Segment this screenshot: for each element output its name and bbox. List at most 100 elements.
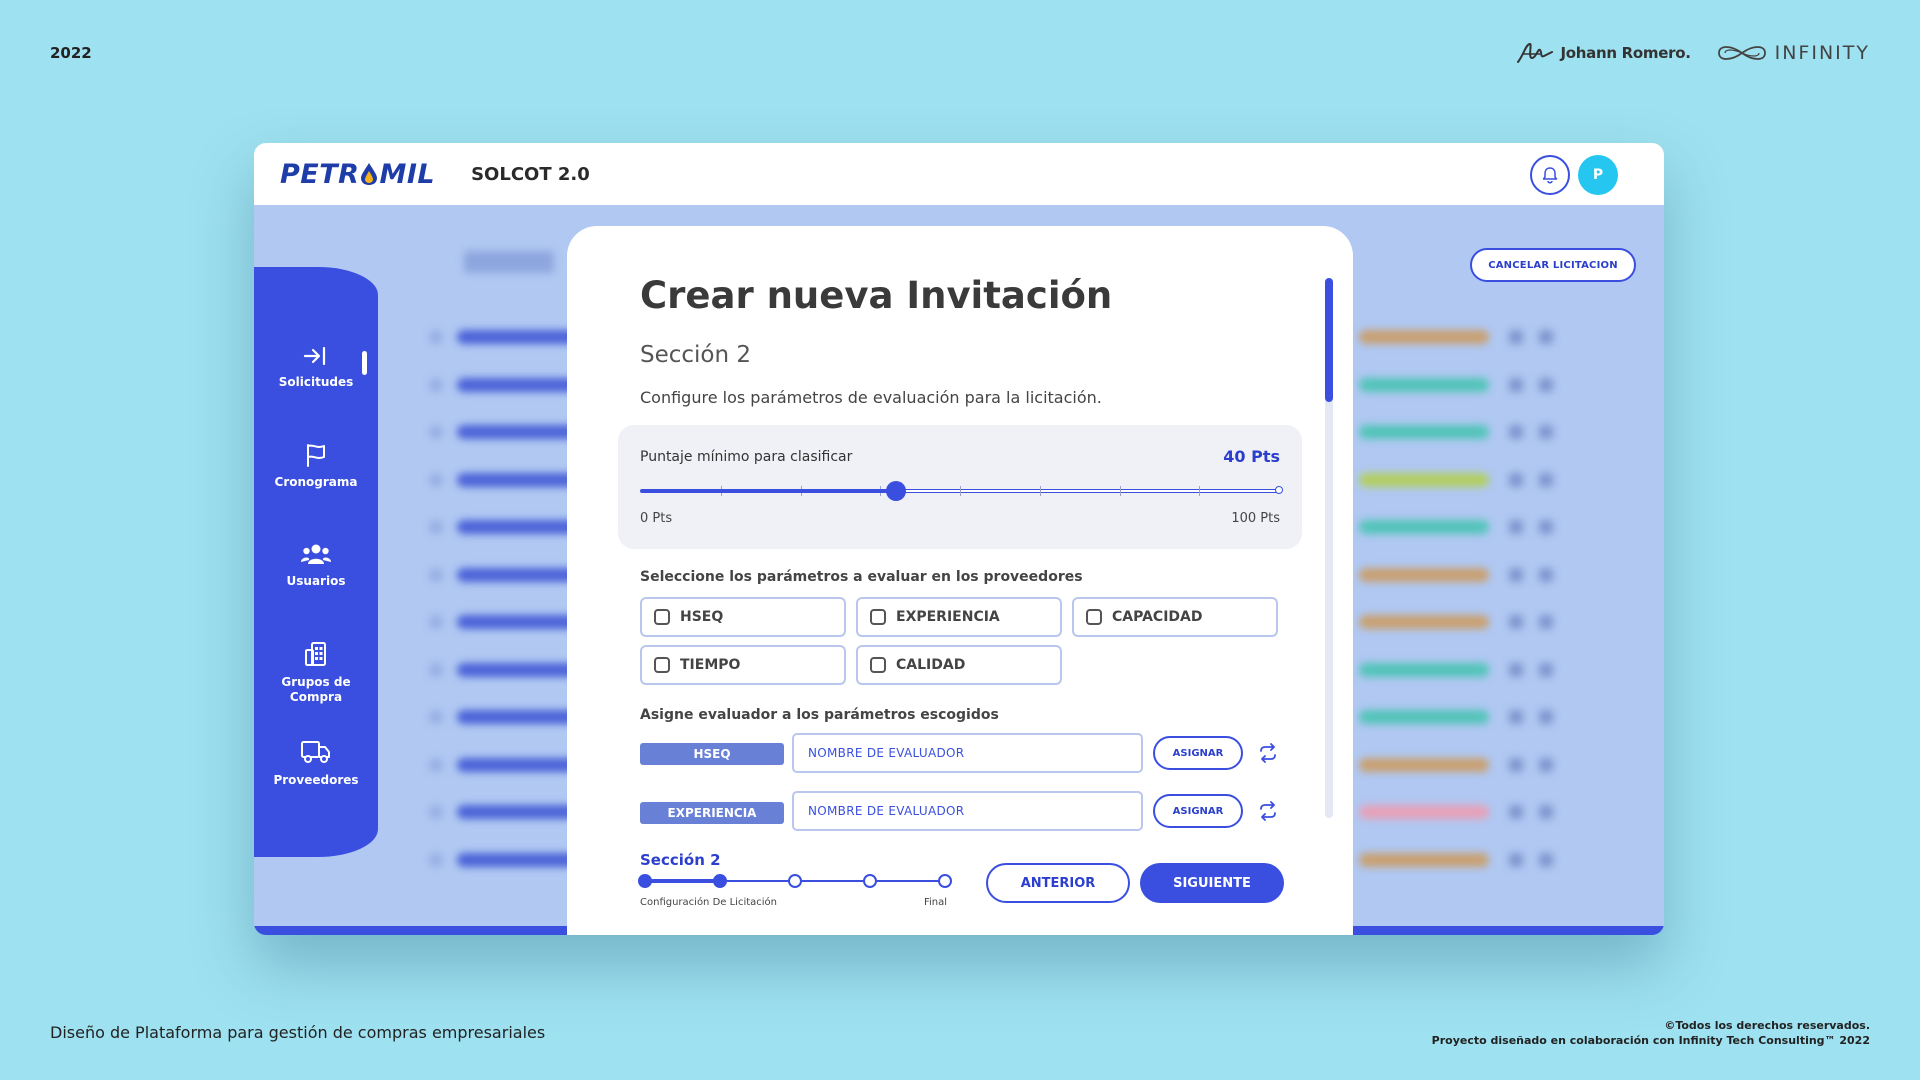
bell-icon — [1542, 167, 1558, 184]
row-checkbox — [429, 662, 443, 677]
stepper-step-dot — [713, 874, 727, 888]
row-checkbox — [429, 852, 443, 867]
header-actions: P — [1530, 155, 1618, 195]
sidebar-item-label: Solicitudes — [278, 375, 354, 389]
refresh-icon[interactable] — [1257, 800, 1279, 822]
sidebar: Solicitudes Cronograma Usuarios Grupos d… — [254, 267, 378, 857]
row-checkbox — [429, 330, 443, 344]
next-button[interactable]: SIGUIENTE — [1140, 863, 1284, 903]
sidebar-item-usuarios[interactable]: Usuarios — [254, 542, 378, 589]
param-checkbox-calidad[interactable]: CALIDAD — [856, 645, 1062, 685]
stepper-fill — [645, 879, 720, 883]
row-edit-icon — [1509, 615, 1523, 629]
row-checkbox — [429, 805, 443, 819]
row-edit-icon — [1509, 757, 1523, 772]
row-edit-icon — [1509, 425, 1523, 439]
row-edit-icon — [1509, 805, 1523, 819]
sign-in-icon — [303, 346, 326, 366]
checkbox-icon — [870, 609, 886, 625]
assignment-tag-hseq: HSEQ — [640, 743, 784, 765]
slider-fill — [641, 489, 897, 493]
row-edit-icon — [1509, 662, 1523, 677]
user-avatar[interactable]: P — [1578, 155, 1618, 195]
row-checkbox — [429, 615, 443, 629]
row-status-pill — [1359, 805, 1489, 819]
row-delete-icon — [1539, 852, 1553, 867]
row-status-pill — [1359, 757, 1489, 772]
slider-tick — [1119, 486, 1121, 496]
signature-icon — [1517, 42, 1554, 63]
partner-name: INFINITY — [1774, 42, 1870, 64]
row-delete-icon — [1539, 662, 1553, 677]
notifications-button[interactable] — [1530, 155, 1570, 195]
year-label: 2022 — [50, 44, 92, 62]
checkbox-icon — [654, 609, 670, 625]
row-edit-icon — [1509, 330, 1523, 344]
sidebar-item-proveedores[interactable]: Proveedores — [254, 739, 378, 788]
truck-icon — [301, 741, 330, 763]
row-delete-icon — [1539, 330, 1553, 344]
row-checkbox — [429, 710, 443, 724]
sidebar-item-cronograma[interactable]: Cronograma — [254, 443, 378, 490]
collaboration-line: Proyecto diseñado en colaboración con In… — [1431, 1034, 1870, 1047]
app-header: PETR MIL SOLCOT 2.0 P — [254, 143, 1664, 205]
row-checkbox — [429, 472, 443, 487]
param-label: HSEQ — [680, 609, 724, 625]
copyright-line: ©Todos los derechos reservados. — [1664, 1019, 1870, 1032]
min-score-lower-label: 0 Pts — [640, 511, 673, 526]
min-score-slider[interactable] — [640, 481, 1283, 501]
row-status-pill — [1359, 472, 1489, 487]
modal-scrollbar[interactable] — [1325, 278, 1333, 818]
params-heading: Seleccione los parámetros a evaluar en l… — [640, 569, 1083, 585]
min-score-value: 40 Pts — [1223, 447, 1280, 466]
create-invitation-modal: Crear nueva Invitación Sección 2 Configu… — [567, 226, 1353, 935]
row-checkbox — [429, 425, 443, 439]
assign-button-hseq[interactable]: ASIGNAR — [1153, 736, 1243, 770]
modal-scrollbar-thumb[interactable] — [1325, 278, 1333, 402]
evaluator-input-experiencia[interactable]: NOMBRE DE EVALUADOR — [792, 791, 1143, 831]
sidebar-item-label: Grupos de Compra — [281, 675, 351, 704]
row-checkbox — [429, 757, 443, 772]
slider-handle[interactable] — [886, 481, 907, 501]
modal-section-heading: Sección 2 — [640, 342, 752, 368]
param-checkbox-hseq[interactable]: HSEQ — [640, 597, 846, 637]
param-checkbox-tiempo[interactable]: TIEMPO — [640, 645, 846, 685]
row-delete-icon — [1539, 757, 1553, 772]
previous-button[interactable]: ANTERIOR — [986, 863, 1130, 903]
stepper-start-label: Configuración De Licitación — [640, 897, 778, 908]
row-checkbox — [429, 520, 443, 534]
evaluator-input-hseq[interactable]: NOMBRE DE EVALUADOR — [792, 733, 1143, 773]
param-label: CAPACIDAD — [1112, 609, 1203, 625]
building-icon — [305, 642, 326, 666]
checkbox-icon — [654, 657, 670, 673]
logo-drop-icon — [361, 163, 378, 185]
assign-button-experiencia[interactable]: ASIGNAR — [1153, 794, 1243, 828]
sidebar-item-solicitudes[interactable]: Solicitudes — [254, 345, 378, 390]
infinity-icon — [1717, 46, 1766, 60]
param-label: CALIDAD — [896, 657, 966, 673]
row-delete-icon — [1539, 425, 1553, 439]
assignment-tag-experiencia: EXPERIENCIA — [640, 802, 784, 824]
cancel-tender-button[interactable]: CANCELAR LICITACION — [1470, 248, 1636, 282]
app-title: SOLCOT 2.0 — [471, 163, 590, 185]
param-label: TIEMPO — [680, 657, 741, 673]
slider-end-cap — [1275, 486, 1283, 494]
progress-stepper — [638, 874, 952, 888]
row-delete-icon — [1539, 472, 1553, 487]
row-status-pill — [1359, 377, 1489, 392]
logo-text-right: MIL — [379, 158, 436, 190]
row-status-pill — [1359, 425, 1489, 439]
sidebar-item-label: Cronograma — [274, 475, 358, 489]
blurred-page-title — [464, 251, 554, 273]
users-icon — [301, 544, 331, 564]
row-status-pill — [1359, 615, 1489, 629]
param-checkbox-experiencia[interactable]: EXPERIENCIA — [856, 597, 1062, 637]
param-checkbox-capacidad[interactable]: CAPACIDAD — [1072, 597, 1278, 637]
row-delete-icon — [1539, 377, 1553, 392]
sidebar-item-grupos-de-compra[interactable]: Grupos de Compra — [254, 641, 378, 705]
modal-title: Crear nueva Invitación — [640, 274, 1113, 317]
footer-description: Diseño de Plataforma para gestión de com… — [50, 1023, 546, 1042]
refresh-icon[interactable] — [1257, 742, 1279, 764]
author-signature: Johann Romero. — [1516, 40, 1691, 66]
row-checkbox — [429, 377, 443, 392]
